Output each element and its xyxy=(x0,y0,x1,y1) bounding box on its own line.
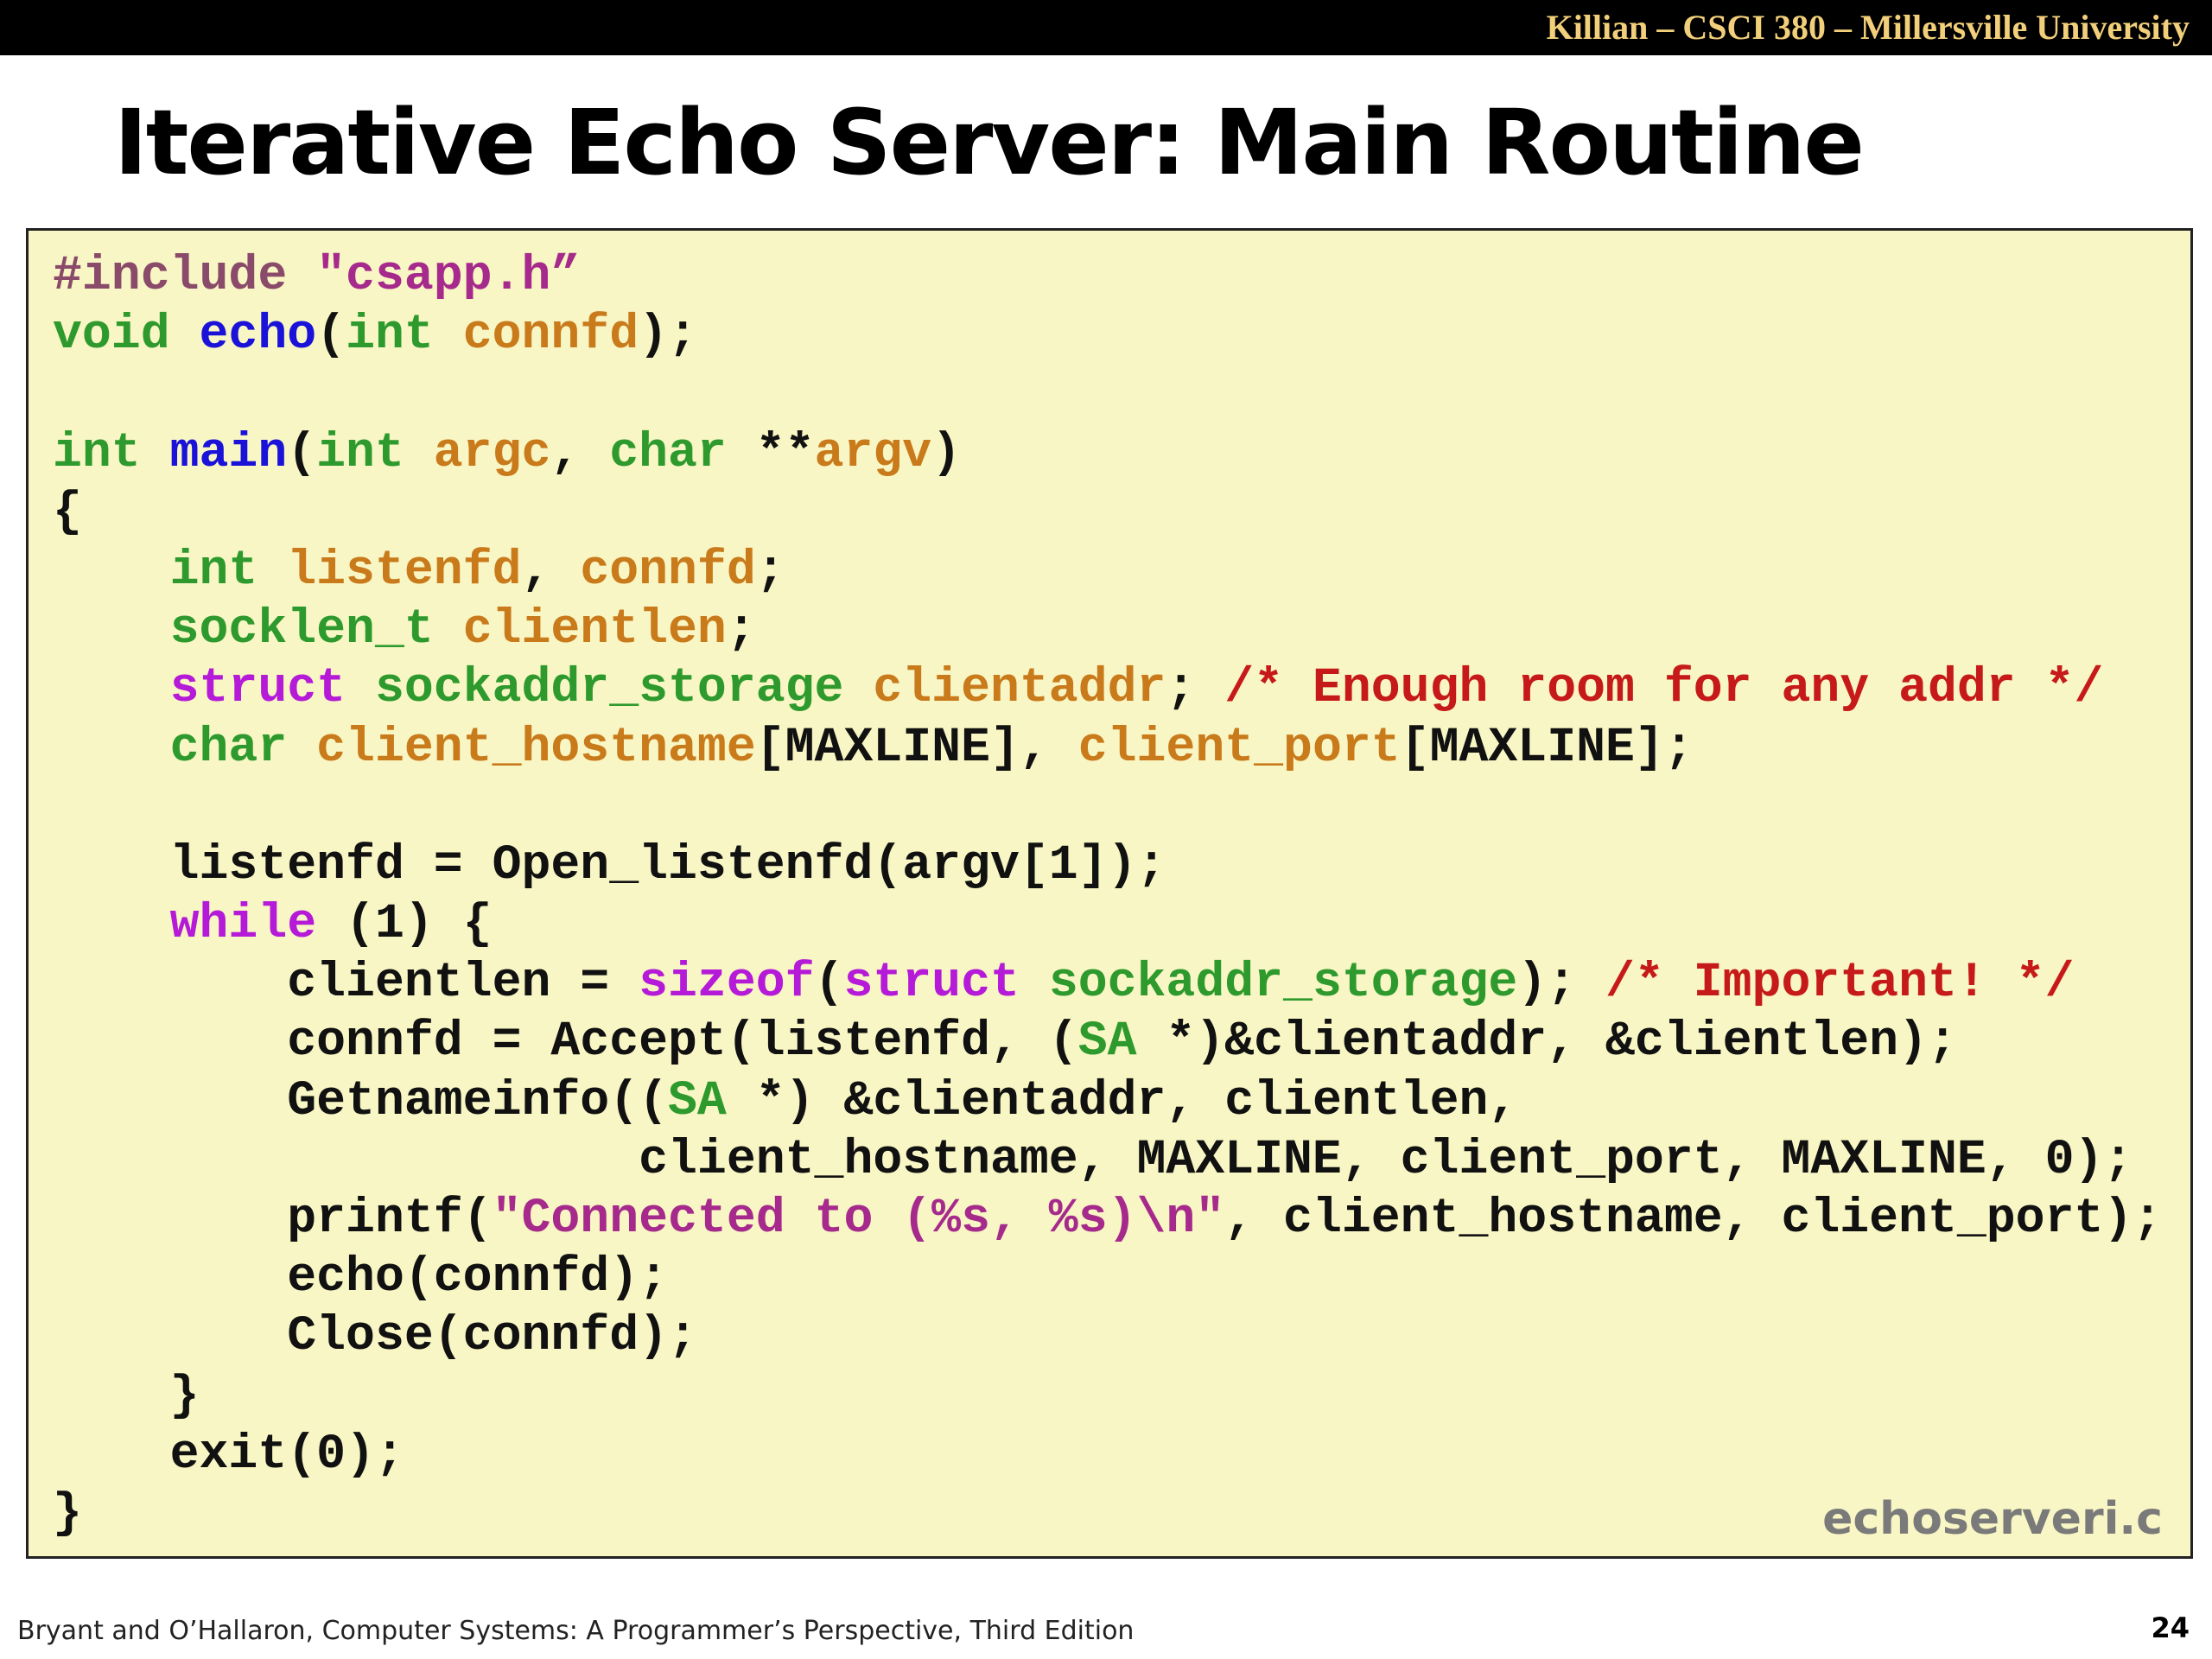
code-token: , xyxy=(521,542,581,598)
code-token: SA xyxy=(1077,1014,1137,1070)
code-token: sockaddr_storage xyxy=(374,660,874,716)
code-token: exit(0); xyxy=(53,1426,404,1482)
code-line: char client_hostname[MAXLINE], client_po… xyxy=(53,718,2162,777)
code-token: client_port xyxy=(1077,719,1401,775)
course-label: Killian – CSCI 380 – Millersville Univer… xyxy=(1546,8,2190,47)
code-token: ( xyxy=(814,955,844,1011)
code-token: int xyxy=(169,542,288,598)
code-line: socklen_t clientlen; xyxy=(53,600,2162,658)
code-token: ( xyxy=(316,307,346,363)
code-line: Getnameinfo((SA *) &clientaddr, clientle… xyxy=(53,1071,2162,1130)
code-token: argv xyxy=(814,424,932,480)
code-token: ; xyxy=(726,601,756,658)
slide-title: Iterative Echo Server: Main Routine xyxy=(114,90,1865,195)
code-token: listenfd xyxy=(287,542,522,598)
page-number: 24 xyxy=(2151,1611,2190,1644)
code-token: ( xyxy=(287,424,317,480)
code-token: client_hostname xyxy=(316,719,756,775)
code-line: client_hostname, MAXLINE, client_port, M… xyxy=(53,1130,2162,1189)
code-token: } xyxy=(53,1484,82,1541)
code-token: echo(connfd); xyxy=(53,1249,669,1306)
code-token: clientaddr xyxy=(873,660,1166,716)
code-token: clientlen xyxy=(462,601,727,658)
code-token: listenfd = Open_listenfd(argv[1]); xyxy=(53,836,1166,893)
code-token: client_hostname, MAXLINE, client_port, M… xyxy=(53,1131,2133,1187)
code-token: (1) { xyxy=(316,896,493,952)
code-token: ) xyxy=(931,424,962,480)
code-token: ); xyxy=(1517,955,1606,1011)
code-token: sizeof xyxy=(639,955,815,1011)
code-token: int xyxy=(346,307,463,363)
code-token: ; xyxy=(755,542,785,598)
code-token: printf( xyxy=(53,1191,493,1246)
code-token: *) &clientaddr, clientlen, xyxy=(726,1072,1518,1128)
code-token: void xyxy=(53,307,200,363)
code-line: exit(0); xyxy=(53,1425,2162,1484)
code-token: /* Enough room for any addr */ xyxy=(1224,660,2104,716)
code-token: *)&clientaddr, &clientlen); xyxy=(1136,1014,1957,1070)
code-token: Close(connfd); xyxy=(53,1308,697,1364)
code-listing: #include "csapp.h” void echo(int connfd);… xyxy=(53,246,2162,1542)
code-token: char xyxy=(609,424,756,480)
code-line: printf("Connected to (%s, %s)\n", client… xyxy=(53,1189,2162,1248)
code-token: sockaddr_storage xyxy=(1048,955,1518,1011)
code-token: } xyxy=(53,1367,200,1423)
code-token: connfd = Accept(listenfd, ( xyxy=(53,1014,1078,1070)
footer-citation: Bryant and O’Hallaron, Computer Systems:… xyxy=(17,1616,1135,1646)
code-token: argc xyxy=(433,424,551,480)
code-token: SA xyxy=(668,1072,727,1128)
code-token: , xyxy=(550,424,610,480)
header-bar: Killian – CSCI 380 – Millersville Univer… xyxy=(0,0,2212,55)
code-token: clientlen = xyxy=(53,955,639,1011)
filename-label: echoserveri.c xyxy=(1822,1493,2163,1545)
code-token: { xyxy=(53,483,82,539)
code-token: [MAXLINE]; xyxy=(1400,719,1694,775)
code-line: int main(int argc, char **argv) xyxy=(53,423,2162,482)
code-line: #include "csapp.h” xyxy=(53,246,2162,305)
code-token: main xyxy=(169,424,288,480)
code-token: struct xyxy=(843,955,1049,1011)
code-token: socklen_t xyxy=(169,601,463,658)
code-token: int xyxy=(316,424,434,480)
code-token: ; xyxy=(1166,660,1225,716)
code-line: clientlen = sizeof(struct sockaddr_stora… xyxy=(53,953,2162,1012)
code-token: Getnameinfo(( xyxy=(53,1072,669,1128)
code-line: struct sockaddr_storage clientaddr; /* E… xyxy=(53,658,2162,717)
code-token: echo xyxy=(199,307,317,363)
code-token: struct xyxy=(169,660,375,716)
code-line: int listenfd, connfd; xyxy=(53,541,2162,600)
code-line: void echo(int connfd); xyxy=(53,305,2162,364)
code-token: [MAXLINE], xyxy=(755,719,1078,775)
code-token: connfd xyxy=(462,307,639,363)
code-token: #include xyxy=(53,248,317,303)
code-line: echo(connfd); xyxy=(53,1248,2162,1306)
code-token: , client_hostname, client_port); xyxy=(1224,1191,2163,1246)
code-token: "csapp.h” xyxy=(316,248,581,303)
code-line: while (1) { xyxy=(53,894,2162,953)
code-token: while xyxy=(169,896,317,952)
code-token: char xyxy=(169,719,317,775)
code-token: connfd xyxy=(580,542,756,598)
code-line: connfd = Accept(listenfd, (SA *)&clienta… xyxy=(53,1012,2162,1071)
code-line: Close(connfd); xyxy=(53,1306,2162,1365)
code-token: ); xyxy=(639,307,697,363)
code-line: { xyxy=(53,482,2162,541)
code-token: int xyxy=(53,424,170,480)
code-token: /* Important! */ xyxy=(1605,955,2075,1011)
code-box: #include "csapp.h” void echo(int connfd);… xyxy=(26,228,2193,1559)
code-token: "Connected to (%s, %s)\n" xyxy=(492,1191,1225,1246)
code-line: } xyxy=(53,1366,2162,1425)
code-token: ** xyxy=(755,424,815,480)
code-line: listenfd = Open_listenfd(argv[1]); xyxy=(53,836,2162,894)
